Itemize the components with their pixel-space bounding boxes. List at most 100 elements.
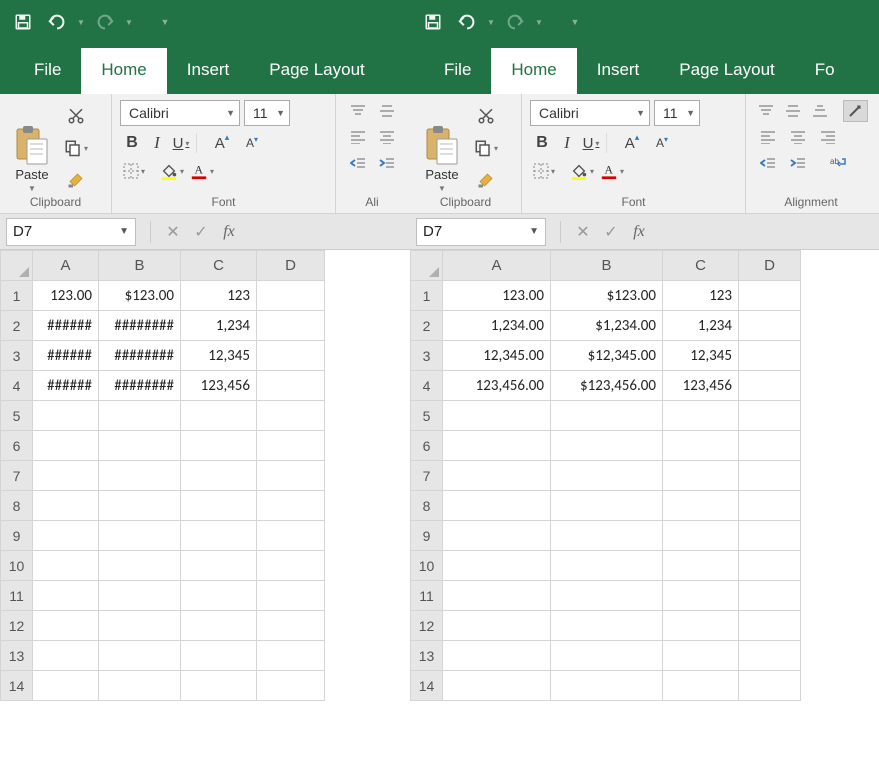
bold-button[interactable]: B	[120, 132, 144, 154]
cell[interactable]	[739, 521, 801, 551]
cell[interactable]	[181, 611, 257, 641]
cell[interactable]	[257, 371, 325, 401]
insert-function-button[interactable]: fx	[215, 223, 243, 241]
row-header[interactable]: 2	[1, 311, 33, 341]
cell[interactable]	[443, 641, 551, 671]
cell[interactable]: $123.00	[551, 281, 663, 311]
cell[interactable]	[257, 671, 325, 701]
cell[interactable]	[99, 611, 181, 641]
cell[interactable]	[663, 491, 739, 521]
grow-font-button[interactable]: A▴	[618, 132, 646, 154]
font-color-button[interactable]: A▾	[598, 160, 626, 182]
cell[interactable]	[99, 551, 181, 581]
cell[interactable]: $123.00	[99, 281, 181, 311]
shrink-font-button[interactable]: A▾	[238, 132, 266, 154]
align-right-button[interactable]	[814, 126, 842, 148]
row-header[interactable]: 10	[1, 551, 33, 581]
column-header[interactable]: A	[33, 251, 99, 281]
cell[interactable]	[33, 401, 99, 431]
cell[interactable]	[181, 401, 257, 431]
cell[interactable]	[257, 641, 325, 671]
cell[interactable]	[663, 551, 739, 581]
tab-page-layout[interactable]: Page Layout	[249, 48, 384, 94]
cell[interactable]	[257, 341, 325, 371]
cell[interactable]	[181, 671, 257, 701]
cell[interactable]	[663, 611, 739, 641]
cell[interactable]: 123.00	[33, 281, 99, 311]
cell[interactable]	[739, 341, 801, 371]
cell[interactable]	[99, 641, 181, 671]
tab-page-layout[interactable]: Page Layout	[659, 48, 794, 94]
paste-button[interactable]: Paste ▼	[418, 100, 466, 193]
qat-customize-icon[interactable]: ▼	[560, 7, 590, 37]
cell[interactable]: $1,234.00	[551, 311, 663, 341]
cell[interactable]	[443, 611, 551, 641]
row-header[interactable]: 1	[411, 281, 443, 311]
cell[interactable]: ######	[33, 341, 99, 371]
cell[interactable]	[739, 641, 801, 671]
cell[interactable]	[551, 671, 663, 701]
spreadsheet-grid-right[interactable]: ABCD 1123.00$123.0012321,234.00$1,234.00…	[410, 250, 801, 701]
name-box[interactable]: D7▼	[416, 218, 546, 246]
cell[interactable]: 1,234.00	[443, 311, 551, 341]
cell[interactable]: 12,345.00	[443, 341, 551, 371]
tab-insert[interactable]: Insert	[577, 48, 660, 94]
row-header[interactable]: 13	[1, 641, 33, 671]
cell[interactable]: 123.00	[443, 281, 551, 311]
cell[interactable]	[99, 491, 181, 521]
cell[interactable]	[551, 431, 663, 461]
column-header[interactable]: D	[257, 251, 325, 281]
cell[interactable]: 12,345	[663, 341, 739, 371]
tab-home[interactable]: Home	[81, 48, 166, 94]
redo-dropdown-icon[interactable]: ▼	[124, 7, 134, 37]
cell[interactable]	[99, 461, 181, 491]
undo-dropdown-icon[interactable]: ▼	[76, 7, 86, 37]
cell[interactable]	[181, 581, 257, 611]
spreadsheet-grid-left[interactable]: ABCD 1123.00$123.001232##############1,2…	[0, 250, 325, 701]
redo-dropdown-icon[interactable]: ▼	[534, 7, 544, 37]
underline-button[interactable]: U▾	[170, 132, 192, 154]
cut-button[interactable]	[62, 105, 90, 127]
redo-button[interactable]	[90, 7, 120, 37]
font-size-combo[interactable]: 11▼	[244, 100, 290, 126]
row-header[interactable]: 6	[1, 431, 33, 461]
cell[interactable]	[257, 611, 325, 641]
cell[interactable]: ########	[99, 341, 181, 371]
cell[interactable]	[257, 491, 325, 521]
cancel-formula-button[interactable]: ✕	[159, 222, 187, 242]
fill-color-button[interactable]: ▾	[568, 160, 596, 182]
align-bottom-button[interactable]	[807, 100, 832, 122]
cell[interactable]: 1,234	[663, 311, 739, 341]
tab-insert[interactable]: Insert	[167, 48, 250, 94]
cell[interactable]	[551, 401, 663, 431]
decrease-indent-button[interactable]	[344, 152, 371, 174]
row-header[interactable]: 12	[1, 611, 33, 641]
cell[interactable]: $123,456.00	[551, 371, 663, 401]
cell[interactable]	[739, 311, 801, 341]
row-header[interactable]: 11	[1, 581, 33, 611]
format-painter-button[interactable]	[472, 169, 500, 191]
cell[interactable]	[443, 401, 551, 431]
row-header[interactable]: 7	[1, 461, 33, 491]
cell[interactable]: 1,234	[181, 311, 257, 341]
cell[interactable]	[739, 401, 801, 431]
paste-button[interactable]: Paste ▼	[8, 100, 56, 193]
borders-button[interactable]: ▾	[120, 160, 148, 182]
italic-button[interactable]: I	[146, 132, 168, 154]
align-top-button[interactable]	[754, 100, 779, 122]
align-top-button[interactable]	[344, 100, 371, 122]
copy-button[interactable]: ▾	[62, 137, 90, 159]
cell[interactable]	[257, 551, 325, 581]
column-header[interactable]: D	[739, 251, 801, 281]
cut-button[interactable]	[472, 105, 500, 127]
cell[interactable]: ########	[99, 311, 181, 341]
column-header[interactable]: B	[99, 251, 181, 281]
row-header[interactable]: 8	[411, 491, 443, 521]
cell[interactable]	[257, 521, 325, 551]
decrease-indent-button[interactable]	[754, 152, 782, 174]
cell[interactable]	[551, 641, 663, 671]
cell[interactable]	[257, 461, 325, 491]
undo-dropdown-icon[interactable]: ▼	[486, 7, 496, 37]
grow-font-button[interactable]: A▴	[208, 132, 236, 154]
cell[interactable]	[181, 551, 257, 581]
